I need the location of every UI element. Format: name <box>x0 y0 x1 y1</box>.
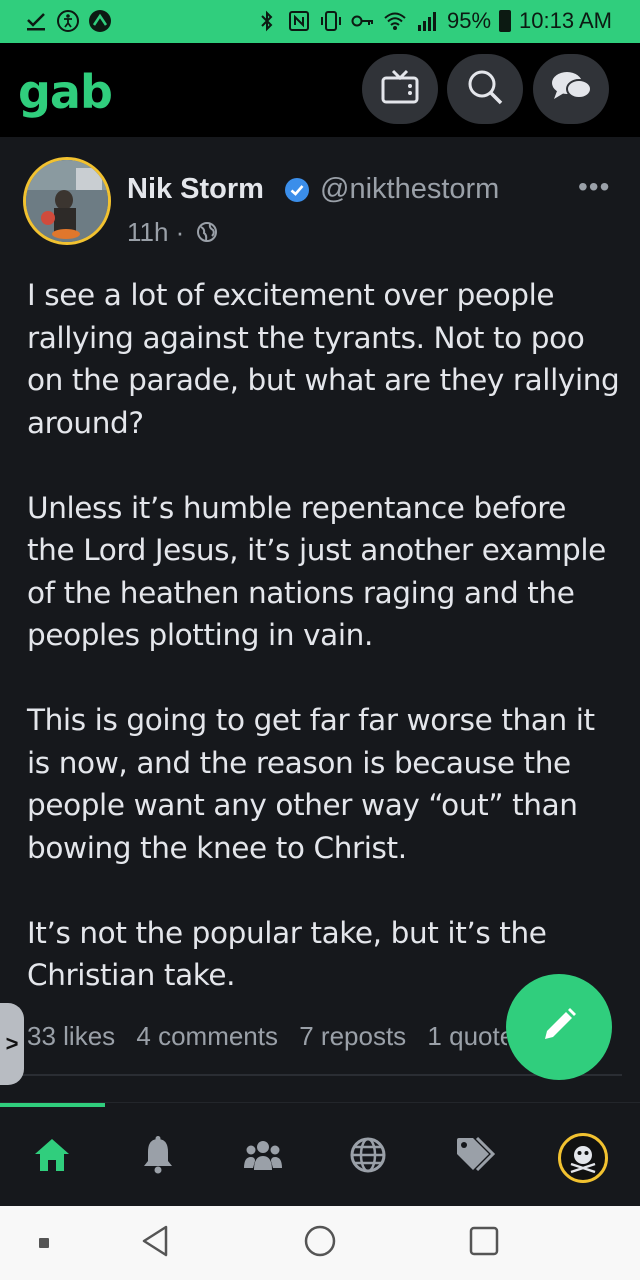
accessibility-icon <box>56 9 80 33</box>
back-icon <box>140 1224 170 1263</box>
gab-logo[interactable]: gab <box>18 65 113 119</box>
overview-button[interactable] <box>464 1223 504 1263</box>
public-globe-icon <box>196 221 218 248</box>
recents-dot[interactable] <box>24 1223 64 1263</box>
author-avatar[interactable] <box>23 157 111 245</box>
battery-icon <box>499 10 512 32</box>
search-icon <box>465 67 505 112</box>
quotes-count[interactable]: 1 quotes <box>427 1021 507 1051</box>
bell-icon <box>142 1135 174 1179</box>
side-drawer-tab[interactable]: > <box>0 1003 24 1085</box>
back-button[interactable] <box>135 1223 175 1263</box>
active-tab-indicator <box>0 1103 105 1107</box>
home-button[interactable] <box>300 1223 340 1263</box>
post-body: I see a lot of excitement over people ra… <box>27 274 622 1039</box>
groups-icon <box>243 1138 283 1177</box>
nav-groups[interactable] <box>243 1137 283 1177</box>
post-paragraph: Unless it’s humble repentance before the… <box>27 490 606 653</box>
post-timestamp[interactable]: 11h · <box>127 217 184 248</box>
nav-marketplace[interactable] <box>455 1136 496 1179</box>
post-card: Nik Storm @nikthestorm ••• 11h · I see a… <box>0 137 640 1102</box>
more-options-button[interactable]: ••• <box>578 171 610 203</box>
post-paragraph: I see a lot of excitement over people ra… <box>27 278 620 440</box>
status-bar: 95% 10:13 AM <box>0 0 640 43</box>
vibrate-icon <box>319 9 343 33</box>
status-notification-icons <box>24 7 112 35</box>
compose-button[interactable] <box>506 974 612 1080</box>
vpn-key-icon <box>351 9 375 33</box>
nav-home[interactable] <box>32 1137 72 1177</box>
tag-icon <box>455 1136 496 1179</box>
top-nav: gab <box>0 43 640 137</box>
home-circle-icon <box>303 1224 337 1263</box>
signal-icon <box>415 9 439 33</box>
status-system-icons: 95% 10:13 AM <box>255 6 612 36</box>
bottom-nav <box>0 1102 640 1206</box>
tv-button[interactable] <box>362 54 438 124</box>
pencil-icon <box>539 1005 579 1050</box>
bluetooth-icon <box>255 9 279 33</box>
reposts-count[interactable]: 7 reposts <box>299 1021 406 1051</box>
author-handle[interactable]: @nikthestorm <box>320 173 499 206</box>
search-button[interactable] <box>447 54 523 124</box>
tv-icon <box>380 68 420 111</box>
nfc-icon <box>287 9 311 33</box>
stats-divider <box>20 1074 622 1076</box>
overview-square-icon <box>468 1225 500 1262</box>
post-stats: 33 likes 4 comments 7 reposts 1 quotes <box>27 1021 507 1052</box>
globe-icon <box>349 1136 387 1179</box>
check-download-icon <box>24 9 48 33</box>
likes-count[interactable]: 33 likes <box>27 1021 115 1051</box>
battery-percent: 95% <box>447 8 492 33</box>
android-nav-bar <box>0 1206 640 1280</box>
app-notification-icon <box>88 9 112 33</box>
profile-avatar[interactable] <box>558 1133 608 1183</box>
comments-count[interactable]: 4 comments <box>136 1021 278 1051</box>
nav-explore[interactable] <box>348 1137 388 1177</box>
home-icon <box>33 1137 71 1178</box>
chat-button[interactable] <box>533 54 609 124</box>
wifi-icon <box>383 9 407 33</box>
chat-icon <box>549 69 593 110</box>
clock: 10:13 AM <box>519 8 612 33</box>
verified-badge-icon <box>284 177 310 203</box>
author-name[interactable]: Nik Storm <box>127 173 264 206</box>
post-paragraph: This is going to get far far worse than … <box>27 703 595 865</box>
nav-notifications[interactable] <box>138 1135 178 1179</box>
